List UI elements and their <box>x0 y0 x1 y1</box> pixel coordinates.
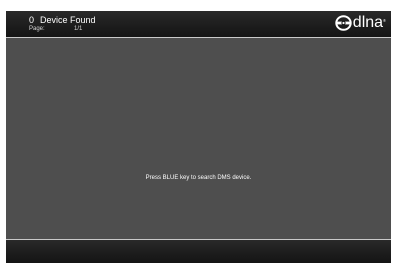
device-found-title: 0 Device Found <box>29 15 96 25</box>
page-value: 1/1 <box>74 26 83 32</box>
dlna-browser-screen: 0 Device Found Page: 1/1 dlna ® Press BLU… <box>6 11 391 263</box>
device-found-label: Device Found <box>40 15 96 25</box>
dlna-logo: dlna ® <box>335 13 386 33</box>
dlna-logo-icon <box>335 15 352 31</box>
dlna-logo-text: dlna <box>352 14 384 31</box>
trademark-mark: ® <box>383 18 386 23</box>
footer-bar <box>6 240 391 263</box>
device-count: 0 <box>29 15 35 25</box>
search-hint-message: Press BLUE key to search DMS device. <box>145 175 252 181</box>
header-divider <box>6 37 391 38</box>
page-indicator: Page: 1/1 <box>29 26 82 33</box>
page-label: Page: <box>29 26 45 32</box>
header-bar: 0 Device Found Page: 1/1 dlna ® <box>6 11 391 37</box>
